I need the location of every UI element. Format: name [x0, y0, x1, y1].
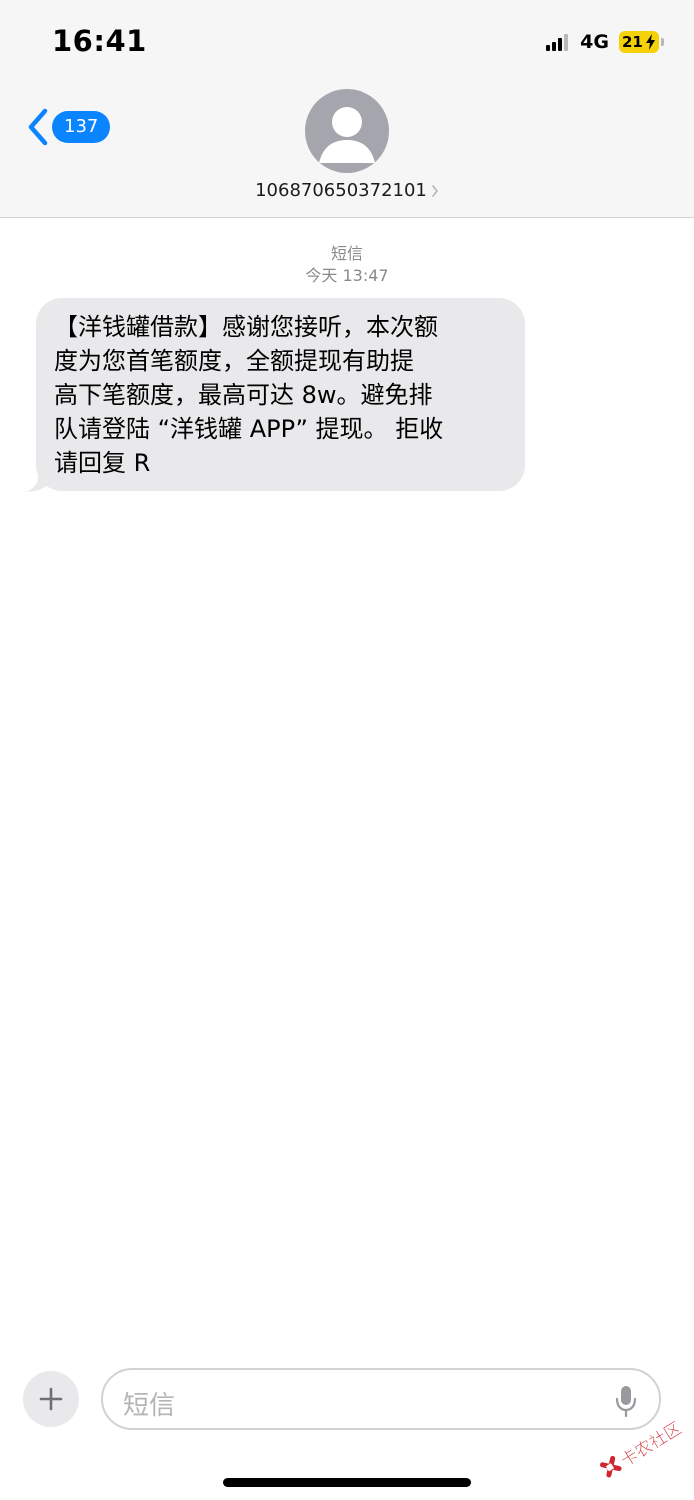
message-service-label: 短信: [330, 244, 363, 263]
message-bubble-incoming[interactable]: 【洋钱罐借款】感谢您接听，本次额 度为您首笔额度，全额提现有助提 高下笔额度，最…: [36, 298, 525, 491]
message-input-placeholder: 短信: [123, 1391, 176, 1421]
add-attachment-button[interactable]: [23, 1371, 79, 1427]
status-indicators: 4G 21: [546, 30, 664, 54]
message-input[interactable]: 短信: [101, 1368, 661, 1430]
chevron-right-icon: [432, 184, 438, 197]
sender-info[interactable]: 106870650372101: [0, 180, 694, 201]
microphone-icon[interactable]: [615, 1385, 637, 1417]
battery-level: 21: [622, 33, 643, 51]
conversation-header: 16:41 4G 21 137 106870650372101: [0, 0, 694, 218]
contact-avatar-icon[interactable]: [305, 89, 389, 173]
person-silhouette-icon: [319, 107, 375, 163]
sender-number: 106870650372101: [255, 180, 427, 201]
home-indicator[interactable]: [223, 1478, 471, 1487]
plus-icon: [39, 1387, 63, 1411]
svg-text:卡农社区: 卡农社区: [617, 1418, 685, 1471]
battery-tip: [661, 38, 664, 46]
back-button[interactable]: 137: [26, 108, 111, 146]
back-chevron-icon: [28, 108, 48, 146]
status-time: 16:41: [52, 24, 147, 58]
network-type: 4G: [580, 31, 609, 53]
battery-icon: 21: [619, 31, 659, 53]
charging-bolt-icon: [646, 34, 655, 50]
message-timestamp: 今天 13:47: [305, 266, 389, 285]
unread-count-badge: 137: [52, 111, 111, 143]
signal-icon: [546, 33, 569, 51]
message-composer: 短信: [0, 1360, 694, 1440]
